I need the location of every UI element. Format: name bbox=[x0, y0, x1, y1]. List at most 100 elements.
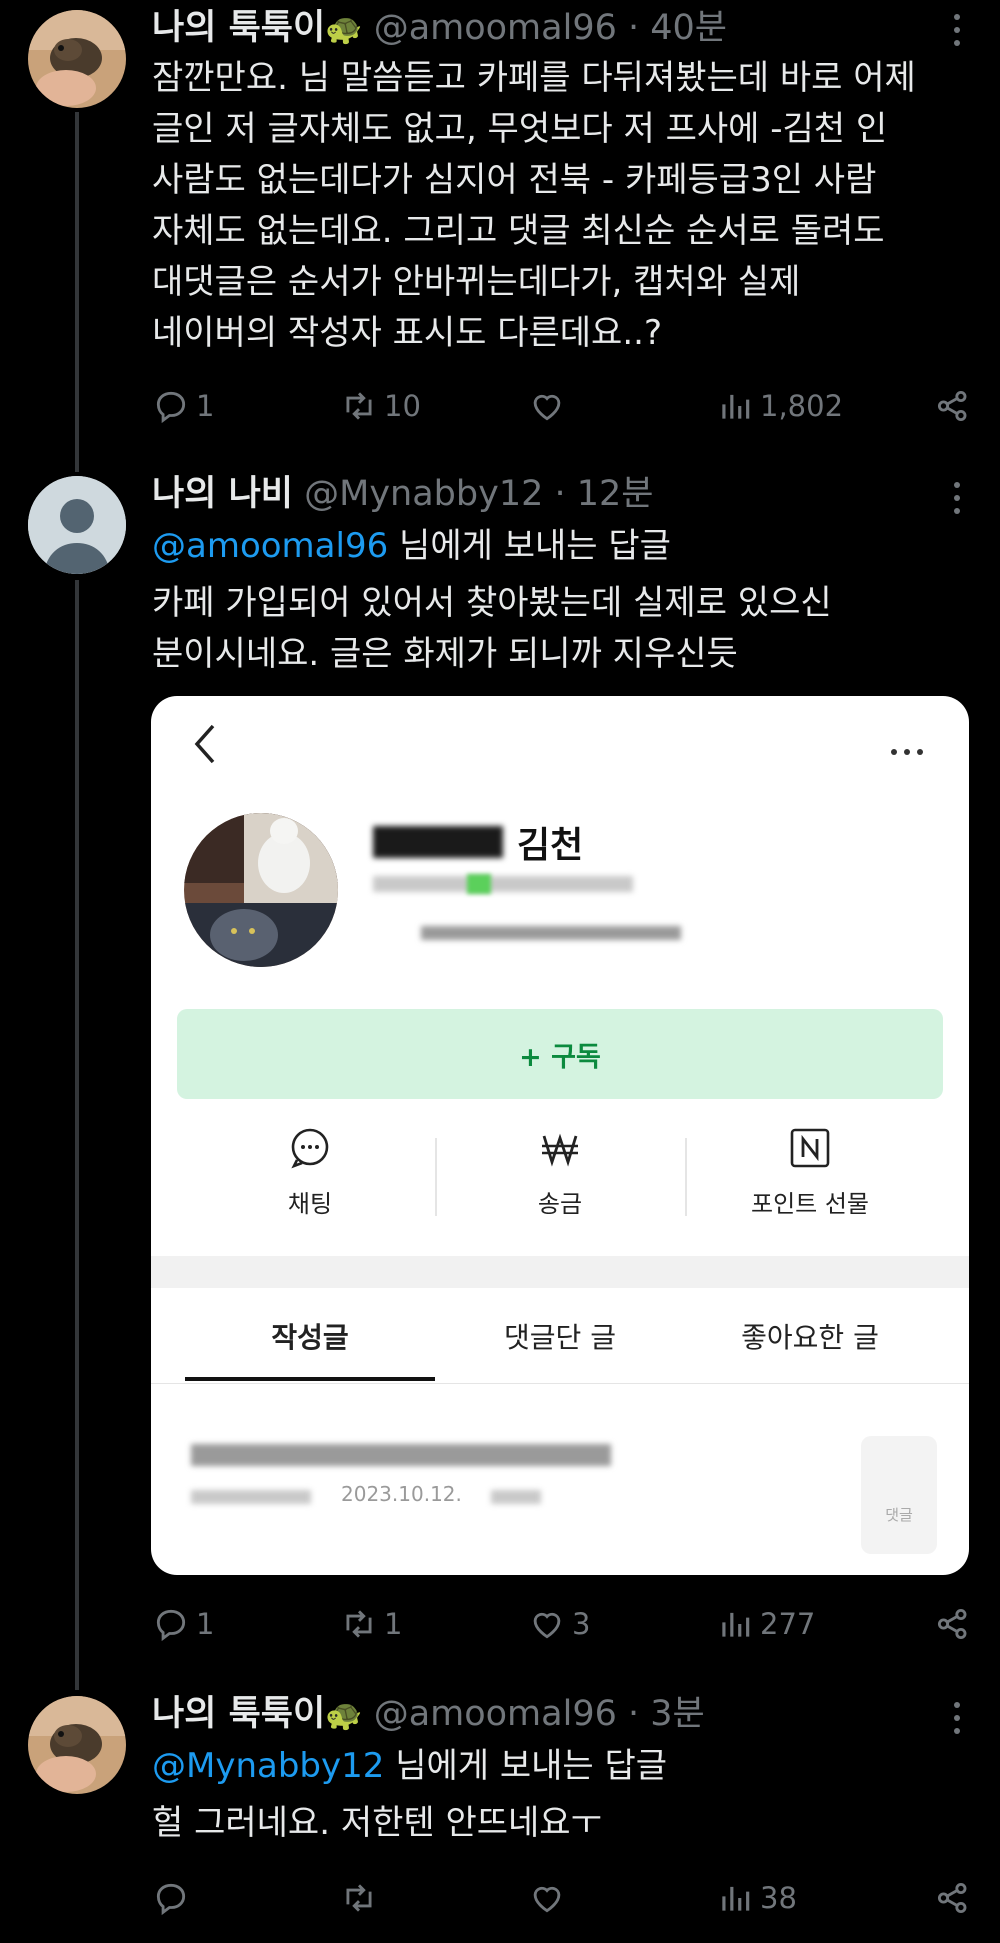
tweet-line: 사람도 없는데다가 심지어 전북 - 카페등급3인 사람 bbox=[152, 160, 877, 200]
profile-picture bbox=[184, 813, 338, 967]
avatar[interactable] bbox=[28, 10, 126, 108]
subscribe-button[interactable]: + 구독 bbox=[177, 1009, 943, 1099]
like-button[interactable]: 3 bbox=[528, 1602, 590, 1646]
timestamp[interactable]: 3분 bbox=[650, 1694, 704, 1734]
views-button[interactable]: 277 bbox=[716, 1602, 815, 1646]
point-gift-label: 포인트 선물 bbox=[750, 1190, 870, 1218]
like-icon bbox=[533, 1886, 561, 1913]
tweet-text: 카페 가입되어 있어서 찾아봤는데 실제로 있으신 분이시네요. 글은 화제가 … bbox=[152, 578, 832, 680]
avatar[interactable] bbox=[28, 476, 126, 574]
action-bar: 38 bbox=[152, 1876, 972, 1920]
retweet-icon bbox=[346, 1610, 372, 1638]
more-icon[interactable] bbox=[954, 14, 962, 53]
like-icon bbox=[533, 394, 561, 421]
tab-commented[interactable]: 댓글단 글 bbox=[435, 1316, 685, 1356]
blurred-post-meta bbox=[491, 1490, 541, 1504]
replying-to: @Mynabby12 님에게 보내는 답글 bbox=[152, 1744, 667, 1788]
tweet-text: 헐 그러네요. 저한텐 안뜨네요ㅜ bbox=[152, 1798, 602, 1849]
more-icon[interactable] bbox=[891, 740, 923, 759]
views-button[interactable]: 1,802 bbox=[716, 384, 843, 428]
timestamp[interactable]: 40분 bbox=[650, 8, 727, 48]
tab-divider bbox=[151, 1383, 969, 1384]
handle[interactable]: @amoomal96 bbox=[374, 1694, 617, 1734]
views-count: 38 bbox=[760, 1881, 797, 1915]
like-button[interactable] bbox=[528, 384, 572, 428]
blurred-info bbox=[421, 926, 681, 940]
won-icon bbox=[542, 1133, 578, 1167]
separator-dot: · bbox=[616, 1694, 651, 1734]
tweet-header: 나의 나비 @Mynabby12 · 12분 bbox=[152, 472, 654, 516]
section-divider bbox=[151, 1256, 969, 1288]
retweet-count: 1 bbox=[384, 1607, 403, 1641]
display-name[interactable]: 나의 나비 bbox=[152, 474, 293, 514]
chat-action[interactable]: 채팅 bbox=[185, 1126, 435, 1219]
more-icon[interactable] bbox=[954, 482, 962, 521]
replying-label: 님에게 보내는 답글 bbox=[388, 526, 671, 566]
views-icon bbox=[722, 1612, 750, 1637]
mention-link[interactable]: @Mynabby12 bbox=[152, 1746, 384, 1786]
retweet-button[interactable] bbox=[340, 1876, 384, 1920]
handle[interactable]: @Mynabby12 bbox=[304, 474, 543, 514]
chat-icon bbox=[291, 1128, 329, 1169]
share-icon bbox=[937, 390, 967, 422]
retweet-icon bbox=[346, 1884, 372, 1912]
replying-to: @amoomal96 님에게 보내는 답글 bbox=[152, 524, 671, 568]
display-name[interactable]: 나의 툭툭이 bbox=[152, 8, 325, 48]
share-button[interactable] bbox=[934, 1602, 972, 1646]
tab-posts[interactable]: 작성글 bbox=[185, 1316, 435, 1356]
reply-button[interactable] bbox=[152, 1876, 196, 1920]
reply-button[interactable]: 1 bbox=[152, 384, 214, 428]
mention-link[interactable]: @amoomal96 bbox=[152, 526, 388, 566]
timestamp[interactable]: 12분 bbox=[577, 474, 654, 514]
post-date: 2023.10.12. bbox=[341, 1482, 462, 1506]
display-name[interactable]: 나의 툭툭이 bbox=[152, 1694, 325, 1734]
point-gift-action[interactable]: 포인트 선물 bbox=[685, 1126, 935, 1219]
tweet-line: 네이버의 작성자 표시도 다른데요..? bbox=[152, 313, 663, 353]
share-button[interactable] bbox=[934, 1876, 972, 1920]
send-money-label: 송금 bbox=[537, 1190, 583, 1218]
attached-image[interactable]: 김천 + 구독 채팅 송금 포인트 선물 작성글 댓글단 글 좋아요한 글 20… bbox=[151, 696, 969, 1575]
tweet-header: 나의 툭툭이🐢 @amoomal96 · 40분 bbox=[152, 6, 727, 52]
thread-line bbox=[75, 112, 79, 472]
handle[interactable]: @amoomal96 bbox=[374, 8, 617, 48]
blurred-badge bbox=[467, 874, 491, 894]
replying-label: 님에게 보내는 답글 bbox=[384, 1746, 668, 1786]
chat-label: 채팅 bbox=[287, 1190, 333, 1218]
tweet-line: 잠깐만요. 님 말씀듣고 카페를 다뒤져봤는데 바로 어제 bbox=[152, 58, 916, 98]
views-button[interactable]: 38 bbox=[716, 1876, 797, 1920]
more-icon[interactable] bbox=[954, 1702, 962, 1741]
blurred-info bbox=[373, 876, 633, 892]
turtle-emoji: 🐢 bbox=[325, 12, 363, 47]
action-bar: 1 1 3 277 bbox=[152, 1602, 972, 1646]
tab-liked[interactable]: 좋아요한 글 bbox=[685, 1316, 935, 1356]
post-thumbnail[interactable]: 댓글 bbox=[861, 1436, 937, 1554]
naver-point-icon bbox=[790, 1128, 830, 1168]
active-tab-indicator bbox=[185, 1377, 435, 1381]
comment-label: 댓글 bbox=[885, 1506, 913, 1524]
separator-dot: · bbox=[543, 474, 577, 514]
thread-line bbox=[75, 580, 79, 1690]
tweet-line: 자체도 없는데요. 그리고 댓글 최신순 순서로 돌려도 bbox=[152, 211, 885, 251]
retweet-button[interactable]: 1 bbox=[340, 1602, 402, 1646]
views-count: 277 bbox=[760, 1607, 816, 1641]
share-button[interactable] bbox=[934, 384, 972, 428]
like-button[interactable] bbox=[528, 1876, 572, 1920]
blurred-post-title bbox=[191, 1444, 611, 1466]
turtle-emoji: 🐢 bbox=[325, 1698, 363, 1733]
blurred-post-meta bbox=[191, 1490, 311, 1504]
back-icon[interactable] bbox=[191, 722, 221, 766]
tweet-line: 헐 그러네요. 저한텐 안뜨네요ㅜ bbox=[152, 1803, 602, 1843]
send-money-action[interactable]: 송금 bbox=[435, 1126, 685, 1219]
reply-icon bbox=[156, 391, 186, 424]
blurred-name bbox=[373, 826, 503, 858]
tweet-text: 잠깐만요. 님 말씀듣고 카페를 다뒤져봤는데 바로 어제 글인 저 글자체도 … bbox=[152, 53, 916, 359]
retweet-button[interactable]: 10 bbox=[340, 384, 421, 428]
action-bar: 1 10 1,802 bbox=[152, 384, 972, 428]
separator-dot: · bbox=[616, 8, 651, 48]
tweet-line: 분이시네요. 글은 화제가 되니까 지우신듯 bbox=[152, 634, 738, 674]
reply-button[interactable]: 1 bbox=[152, 1602, 214, 1646]
reply-icon bbox=[156, 1609, 186, 1642]
reply-icon bbox=[156, 1883, 186, 1916]
avatar[interactable] bbox=[28, 1696, 126, 1794]
tweet-line: 대댓글은 순서가 안바뀌는데다가, 캡처와 실제 bbox=[152, 262, 801, 302]
